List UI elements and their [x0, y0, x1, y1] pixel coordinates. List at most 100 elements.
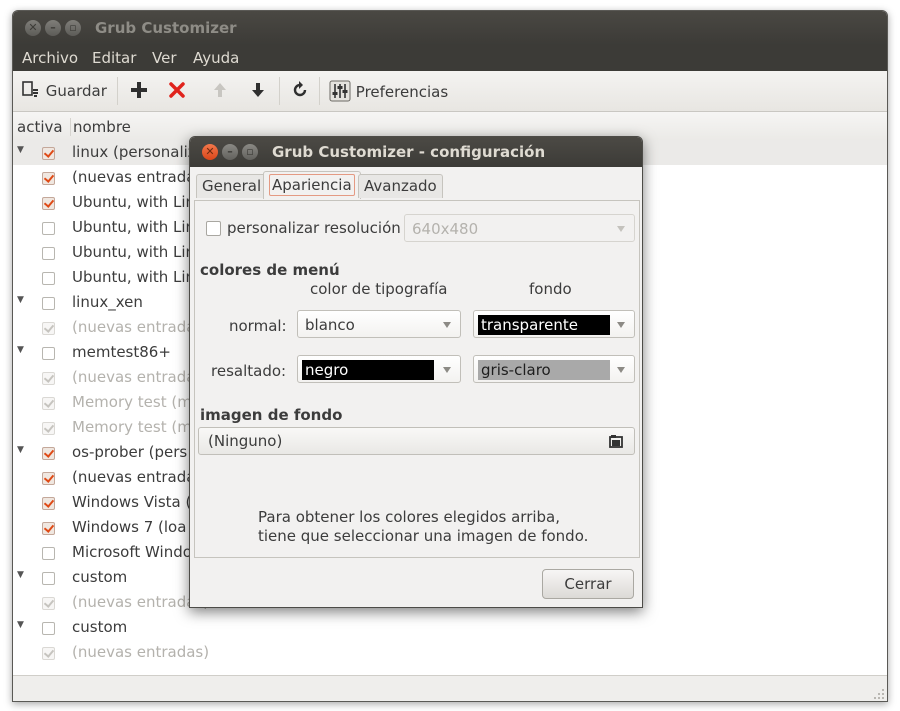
- normal-font-color-combo[interactable]: blanco: [297, 310, 461, 338]
- menu-editar[interactable]: Editar: [92, 49, 136, 67]
- entry-name: (nuevas entradas): [72, 643, 210, 661]
- status-bar: [13, 675, 887, 701]
- entry-name: Windows 7 (loa: [72, 518, 187, 536]
- expander-arrow-icon[interactable]: ▼: [17, 570, 24, 580]
- custom-resolution-checkbox[interactable]: [206, 221, 221, 236]
- menu-colors-heading: colores de menú: [200, 261, 340, 279]
- window-title: Grub Customizer: [95, 19, 237, 37]
- normal-background-value: transparente: [478, 315, 610, 335]
- close-button[interactable]: Cerrar: [542, 569, 634, 599]
- expander-arrow-icon[interactable]: ▼: [17, 145, 24, 155]
- column-name-header[interactable]: nombre: [70, 118, 131, 136]
- entry-name: Ubuntu, with Lin: [72, 268, 196, 286]
- resize-grip-icon: [874, 689, 884, 699]
- highlight-font-color-value: negro: [302, 360, 434, 380]
- resolution-combo[interactable]: 640x480: [404, 214, 635, 242]
- active-checkbox[interactable]: [42, 297, 55, 310]
- remove-entry-button[interactable]: [167, 80, 187, 102]
- entry-name: custom: [72, 618, 128, 636]
- preferences-icon: [329, 80, 351, 102]
- active-checkbox: [42, 397, 55, 410]
- entry-name: (nuevas entrada: [72, 468, 196, 486]
- active-checkbox[interactable]: [42, 147, 55, 160]
- folder-icon: [609, 435, 623, 448]
- reload-icon: [293, 81, 307, 97]
- info-line-2: tiene que seleccionar una imagen de fond…: [258, 527, 589, 545]
- expander-arrow-icon[interactable]: ▼: [17, 620, 24, 630]
- expander-arrow-icon[interactable]: ▼: [17, 445, 24, 455]
- entry-name: Ubuntu, with Lin: [72, 218, 196, 236]
- dropdown-arrow-icon: [617, 226, 625, 232]
- active-checkbox[interactable]: [42, 572, 55, 585]
- active-checkbox: [42, 597, 55, 610]
- dialog-close-button[interactable]: ✕: [202, 144, 218, 160]
- table-row[interactable]: ▼ custom: [13, 615, 887, 640]
- active-checkbox[interactable]: [42, 622, 55, 635]
- entry-name: Ubuntu, with Lin: [72, 243, 196, 261]
- dialog-minimize-button[interactable]: –: [222, 144, 238, 160]
- entry-name: linux (personaliz: [72, 143, 196, 161]
- toolbar-separator: [319, 77, 320, 105]
- dialog-titlebar[interactable]: ✕ – ▫ Grub Customizer - configuración: [190, 137, 642, 167]
- active-checkbox[interactable]: [42, 522, 55, 535]
- menu-archivo[interactable]: Archivo: [22, 49, 78, 67]
- entry-name: Memory test (m: [72, 418, 192, 436]
- active-checkbox[interactable]: [42, 172, 55, 185]
- active-checkbox[interactable]: [42, 222, 55, 235]
- move-down-button[interactable]: [248, 80, 268, 102]
- background-image-value: (Ninguno): [208, 432, 283, 450]
- entry-name: Memory test (m: [72, 393, 192, 411]
- entry-name: memtest86+: [72, 343, 171, 361]
- toolbar-separator: [279, 77, 280, 105]
- highlight-background-value: gris-claro: [478, 360, 610, 380]
- plus-icon: [131, 82, 147, 98]
- dropdown-arrow-icon: [617, 322, 625, 328]
- reload-button[interactable]: [290, 80, 310, 102]
- maximize-window-button[interactable]: ▫: [65, 20, 81, 36]
- active-checkbox[interactable]: [42, 272, 55, 285]
- active-checkbox[interactable]: [42, 447, 55, 460]
- column-active-header[interactable]: activa: [17, 118, 63, 136]
- appearance-panel: personalizar resolución 640x480 colores …: [194, 200, 640, 558]
- dropdown-arrow-icon: [443, 322, 451, 328]
- save-button[interactable]: Guardar: [21, 80, 107, 102]
- active-checkbox: [42, 322, 55, 335]
- settings-dialog: ✕ – ▫ Grub Customizer - configuración Ge…: [189, 136, 643, 608]
- active-checkbox[interactable]: [42, 497, 55, 510]
- active-checkbox[interactable]: [42, 347, 55, 360]
- highlight-font-color-combo[interactable]: negro: [297, 355, 461, 383]
- active-checkbox[interactable]: [42, 197, 55, 210]
- dropdown-arrow-icon: [617, 367, 625, 373]
- resolution-value: 640x480: [412, 220, 479, 238]
- arrow-up-icon: [214, 83, 226, 97]
- menu-ver[interactable]: Ver: [152, 49, 177, 67]
- dialog-maximize-button[interactable]: ▫: [242, 144, 258, 160]
- close-window-button[interactable]: ✕: [25, 20, 41, 36]
- dialog-title: Grub Customizer - configuración: [272, 143, 546, 161]
- active-checkbox[interactable]: [42, 247, 55, 260]
- active-checkbox[interactable]: [42, 472, 55, 485]
- tab-apariencia[interactable]: Apariencia: [263, 171, 361, 199]
- add-entry-button[interactable]: [129, 80, 149, 102]
- expander-arrow-icon[interactable]: ▼: [17, 295, 24, 305]
- menubar: Archivo Editar Ver Ayuda: [13, 45, 887, 71]
- highlight-background-combo[interactable]: gris-claro: [473, 355, 635, 383]
- table-row[interactable]: (nuevas entradas): [13, 640, 887, 665]
- move-up-button[interactable]: [210, 80, 230, 102]
- preferences-button[interactable]: Preferencias: [329, 80, 448, 102]
- entry-name: (nuevas entrada: [72, 318, 196, 336]
- normal-font-color-value: blanco: [305, 316, 355, 334]
- background-image-chooser[interactable]: (Ninguno): [198, 427, 635, 455]
- menu-ayuda[interactable]: Ayuda: [193, 49, 239, 67]
- tab-avanzado[interactable]: Avanzado: [358, 174, 443, 198]
- background-color-header: fondo: [529, 280, 572, 298]
- entry-name: os-prober (pers: [72, 443, 188, 461]
- entry-name: Ubuntu, with Lin: [72, 193, 196, 211]
- tab-general[interactable]: General: [196, 174, 268, 198]
- expander-arrow-icon[interactable]: ▼: [17, 345, 24, 355]
- entry-name: Microsoft Windo: [72, 543, 192, 561]
- main-titlebar[interactable]: ✕ – ▫ Grub Customizer: [13, 11, 887, 45]
- minimize-window-button[interactable]: –: [45, 20, 61, 36]
- active-checkbox[interactable]: [42, 547, 55, 560]
- normal-background-combo[interactable]: transparente: [473, 310, 635, 338]
